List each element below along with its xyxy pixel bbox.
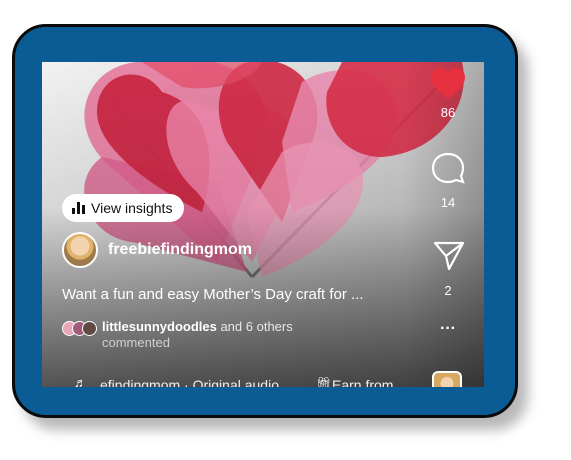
like-count: 86 <box>440 105 456 120</box>
audio-label[interactable]: efindingmom · Original audio <box>100 377 279 387</box>
commenter-name: littlesunnydoodles <box>102 319 217 334</box>
more-options-icon[interactable]: ··· <box>428 320 468 338</box>
author-avatar[interactable] <box>62 232 98 268</box>
paper-plane-icon[interactable] <box>428 240 468 272</box>
view-insights-label: View insights <box>91 200 173 216</box>
more-options-glyph[interactable]: ··· <box>428 320 468 338</box>
gift-icon: 🎁︎ <box>316 376 332 387</box>
heart-icon[interactable] <box>428 66 468 102</box>
commenters-row[interactable]: littlesunnydoodles and 6 others commente… <box>62 319 293 351</box>
earn-label[interactable]: Earn from ... <box>332 377 409 387</box>
share-count: 2 <box>444 283 452 298</box>
music-note-icon: ♬ <box>74 375 87 387</box>
reel-screen[interactable]: View insights freebiefindingmom Want a f… <box>42 62 484 387</box>
commenters-text: littlesunnydoodles and 6 others commente… <box>102 319 293 351</box>
like-action[interactable]: 86 <box>428 66 468 120</box>
comment-count: 14 <box>440 195 456 210</box>
post-caption[interactable]: Want a fun and easy Mother’s Day craft f… <box>62 286 364 303</box>
comment-bubble-icon[interactable] <box>428 150 468 186</box>
bottom-bar: ♬ efindingmom · Original audio 🎁︎ Earn f… <box>42 374 484 387</box>
author-username[interactable]: freebiefindingmom <box>108 241 252 259</box>
commented-label: commented <box>102 335 170 350</box>
view-insights-button[interactable]: View insights <box>62 194 185 222</box>
share-action[interactable]: 2 <box>428 240 468 298</box>
bar-chart-icon <box>72 202 85 214</box>
audio-thumbnail[interactable] <box>432 371 462 387</box>
author-row[interactable]: freebiefindingmom <box>62 232 252 268</box>
commenter-suffix: and 6 others <box>216 319 293 334</box>
commenter-avatars <box>62 321 97 336</box>
comment-action[interactable]: 14 <box>428 150 468 210</box>
